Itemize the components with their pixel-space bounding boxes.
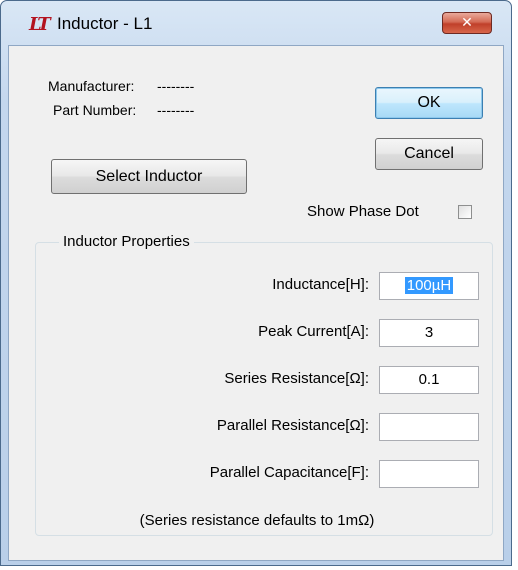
series-resistance-note: (Series resistance defaults to 1mΩ) (139, 512, 375, 529)
dialog-client-area: Manufacturer: -------- Part Number: ----… (8, 45, 504, 561)
title-bar[interactable]: LT Inductor - L1 ✕ (1, 1, 511, 45)
series-resistance-label: Series Resistance[Ω]: (224, 370, 369, 387)
series-resistance-input[interactable]: 0.1 (379, 366, 479, 394)
peak-current-input[interactable]: 3 (379, 319, 479, 347)
close-icon: ✕ (461, 15, 473, 31)
close-button[interactable]: ✕ (442, 12, 492, 34)
show-phase-dot-checkbox[interactable] (458, 205, 472, 219)
show-phase-dot-label: Show Phase Dot (307, 203, 419, 220)
inductance-input[interactable]: 100µH (379, 272, 479, 300)
manufacturer-value: -------- (157, 78, 195, 94)
inductance-value: 100µH (404, 277, 454, 294)
peak-current-label: Peak Current[A]: (258, 323, 369, 340)
parallel-resistance-input[interactable] (379, 413, 479, 441)
select-inductor-button[interactable]: Select Inductor (51, 159, 247, 194)
parallel-capacitance-input[interactable] (379, 460, 479, 488)
ok-button[interactable]: OK (375, 87, 483, 119)
part-number-value: -------- (157, 102, 195, 118)
manufacturer-label: Manufacturer: (48, 78, 135, 94)
part-number-label: Part Number: (53, 102, 137, 118)
parallel-resistance-label: Parallel Resistance[Ω]: (216, 417, 369, 434)
group-title: Inductor Properties (59, 233, 194, 250)
ltspice-logo-icon: LT (29, 14, 51, 35)
inductance-label: Inductance[H]: (272, 276, 369, 293)
cancel-button[interactable]: Cancel (375, 138, 483, 170)
parallel-capacitance-label: Parallel Capacitance[F]: (209, 464, 369, 481)
dialog-window: LT Inductor - L1 ✕ Manufacturer: -------… (0, 0, 512, 566)
window-title: Inductor - L1 (57, 14, 153, 33)
